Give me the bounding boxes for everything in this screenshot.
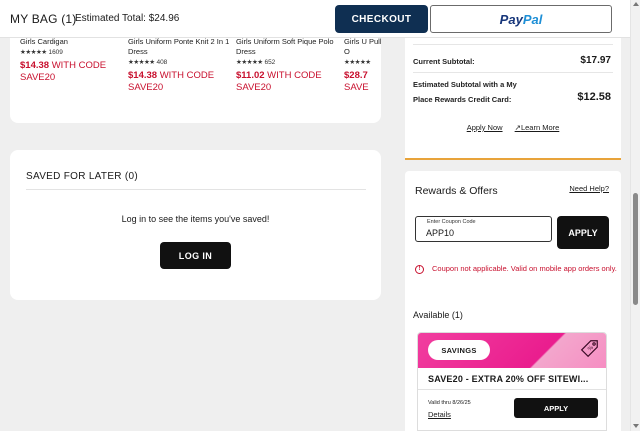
product-rating: ★★★★★ bbox=[344, 58, 381, 66]
price-suffix: WITH CODE bbox=[157, 70, 215, 81]
apply-now-link[interactable]: Apply Now bbox=[467, 123, 503, 132]
estimated-subtotal-label-line2: Place Rewards Credit Card: bbox=[413, 95, 512, 104]
product-name[interactable]: Girls Uniform Ponte Knit 2 In 1 Dress bbox=[128, 38, 232, 57]
learn-more-label: Learn More bbox=[520, 123, 560, 132]
offer-name: SAVE20 - EXTRA 20% OFF SITEWI... bbox=[428, 374, 589, 384]
promo-code: SAVE20 bbox=[20, 72, 56, 83]
promo-code: SAVE bbox=[344, 82, 369, 93]
promo-code: SAVE20 bbox=[236, 82, 272, 93]
price-value: $14.38 bbox=[20, 60, 50, 71]
login-button[interactable]: LOG IN bbox=[160, 242, 231, 269]
rating-stars-icon: ★★★★★ bbox=[128, 59, 155, 66]
product-carousel: Girls Cardigan ★★★★★ 1609 $14.38 WITH CO… bbox=[10, 38, 381, 123]
price-suffix: WITH CODE bbox=[264, 70, 322, 81]
offer-details-link[interactable]: Details bbox=[428, 410, 451, 419]
divider bbox=[413, 44, 613, 45]
price-value: $28.7 bbox=[344, 70, 368, 81]
paypal-button[interactable]: Pay Pal bbox=[430, 5, 612, 33]
current-subtotal-label: Current Subtotal: bbox=[413, 57, 475, 66]
rewards-offers-card: Rewards & Offers Need Help? Enter Coupon… bbox=[405, 171, 621, 431]
rewards-title: Rewards & Offers bbox=[415, 185, 498, 197]
divider bbox=[26, 189, 366, 190]
estimated-subtotal-value: $12.58 bbox=[577, 91, 611, 103]
product-card[interactable]: Girls Cardigan ★★★★★ 1609 $14.38 WITH CO… bbox=[20, 38, 124, 84]
product-price: $14.38 WITH CODE bbox=[20, 60, 124, 72]
rating-stars-icon: ★★★★★ bbox=[236, 59, 263, 66]
scroll-down-arrow-icon[interactable] bbox=[633, 424, 639, 428]
current-subtotal-value: $17.97 bbox=[580, 55, 611, 66]
product-card[interactable]: Girls Uniform Ponte Knit 2 In 1 Dress ★★… bbox=[128, 38, 232, 94]
scrollbar-thumb[interactable] bbox=[633, 193, 638, 305]
savings-badge: SAVINGS bbox=[428, 340, 490, 360]
scroll-up-arrow-icon[interactable] bbox=[633, 2, 639, 6]
product-rating: ★★★★★ 1609 bbox=[20, 48, 124, 56]
promo-code: SAVE20 bbox=[128, 82, 164, 93]
product-price: $28.7 bbox=[344, 70, 381, 82]
review-count: 652 bbox=[264, 59, 276, 66]
price-value: $11.02 bbox=[236, 70, 265, 81]
price-tag-icon: % bbox=[580, 340, 598, 358]
review-count: 408 bbox=[156, 59, 168, 66]
offer-valid-date: Valid thru 8/26/25 bbox=[428, 400, 471, 406]
price-suffix: WITH CODE bbox=[49, 60, 107, 71]
saved-for-later-card: SAVED FOR LATER (0) Log in to see the it… bbox=[10, 150, 381, 300]
offer-banner: SAVINGS % bbox=[418, 333, 606, 368]
available-offers-count: Available (1) bbox=[413, 310, 463, 320]
order-summary-card: Current Subtotal: $17.97 Estimated Subto… bbox=[405, 38, 621, 160]
product-name[interactable]: Girls U Pull O bbox=[344, 38, 381, 57]
apply-coupon-button[interactable]: APPLY bbox=[557, 216, 609, 249]
divider bbox=[418, 389, 606, 390]
coupon-input-value[interactable]: APP10 bbox=[426, 228, 454, 238]
product-name[interactable]: Girls Uniform Soft Pique Polo Dress bbox=[236, 38, 340, 57]
estimated-total: Estimated Total: $24.96 bbox=[75, 13, 180, 24]
saved-for-later-title: SAVED FOR LATER (0) bbox=[26, 171, 139, 182]
product-rating: ★★★★★ 652 bbox=[236, 58, 340, 66]
coupon-input-label: Enter Coupon Code bbox=[427, 219, 476, 225]
product-price: $14.38 WITH CODE bbox=[128, 70, 232, 82]
credit-card-links: Apply Now ↗Learn More bbox=[405, 123, 621, 132]
rating-stars-icon: ★★★★★ bbox=[20, 49, 47, 56]
page-scrollbar[interactable] bbox=[630, 0, 640, 431]
paypal-logo-part1: Pay bbox=[499, 11, 523, 27]
rating-stars-icon: ★★★★★ bbox=[344, 59, 371, 66]
error-icon: ! bbox=[415, 265, 424, 274]
learn-more-link[interactable]: ↗Learn More bbox=[515, 123, 560, 132]
product-rating: ★★★★★ 408 bbox=[128, 58, 232, 66]
price-value: $14.38 bbox=[128, 70, 158, 81]
bag-title: MY BAG (1) bbox=[10, 12, 77, 26]
product-name[interactable]: Girls Cardigan bbox=[20, 38, 124, 47]
offer-card: SAVINGS % SAVE20 - EXTRA 20% OFF SITEWI.… bbox=[417, 332, 607, 431]
paypal-logo-part2: Pal bbox=[522, 11, 543, 27]
estimated-subtotal-label-line1: Estimated Subtotal with a My bbox=[413, 80, 517, 89]
need-help-link[interactable]: Need Help? bbox=[569, 184, 609, 193]
bag-header: MY BAG (1) Estimated Total: $24.96 CHECK… bbox=[0, 0, 630, 38]
coupon-error-text: Coupon not applicable. Valid on mobile a… bbox=[432, 264, 617, 273]
divider bbox=[413, 72, 613, 73]
coupon-code-input[interactable]: Enter Coupon Code APP10 bbox=[415, 216, 552, 242]
product-card[interactable]: Girls U Pull O ★★★★★ $28.7 SAVE bbox=[344, 38, 381, 94]
checkout-button[interactable]: CHECKOUT bbox=[335, 5, 428, 33]
saved-message: Log in to see the items you've saved! bbox=[121, 214, 270, 224]
review-count: 1609 bbox=[48, 49, 63, 56]
product-price: $11.02 WITH CODE bbox=[236, 70, 340, 82]
apply-offer-button[interactable]: APPLY bbox=[514, 398, 598, 418]
product-card[interactable]: Girls Uniform Soft Pique Polo Dress ★★★★… bbox=[236, 38, 340, 94]
